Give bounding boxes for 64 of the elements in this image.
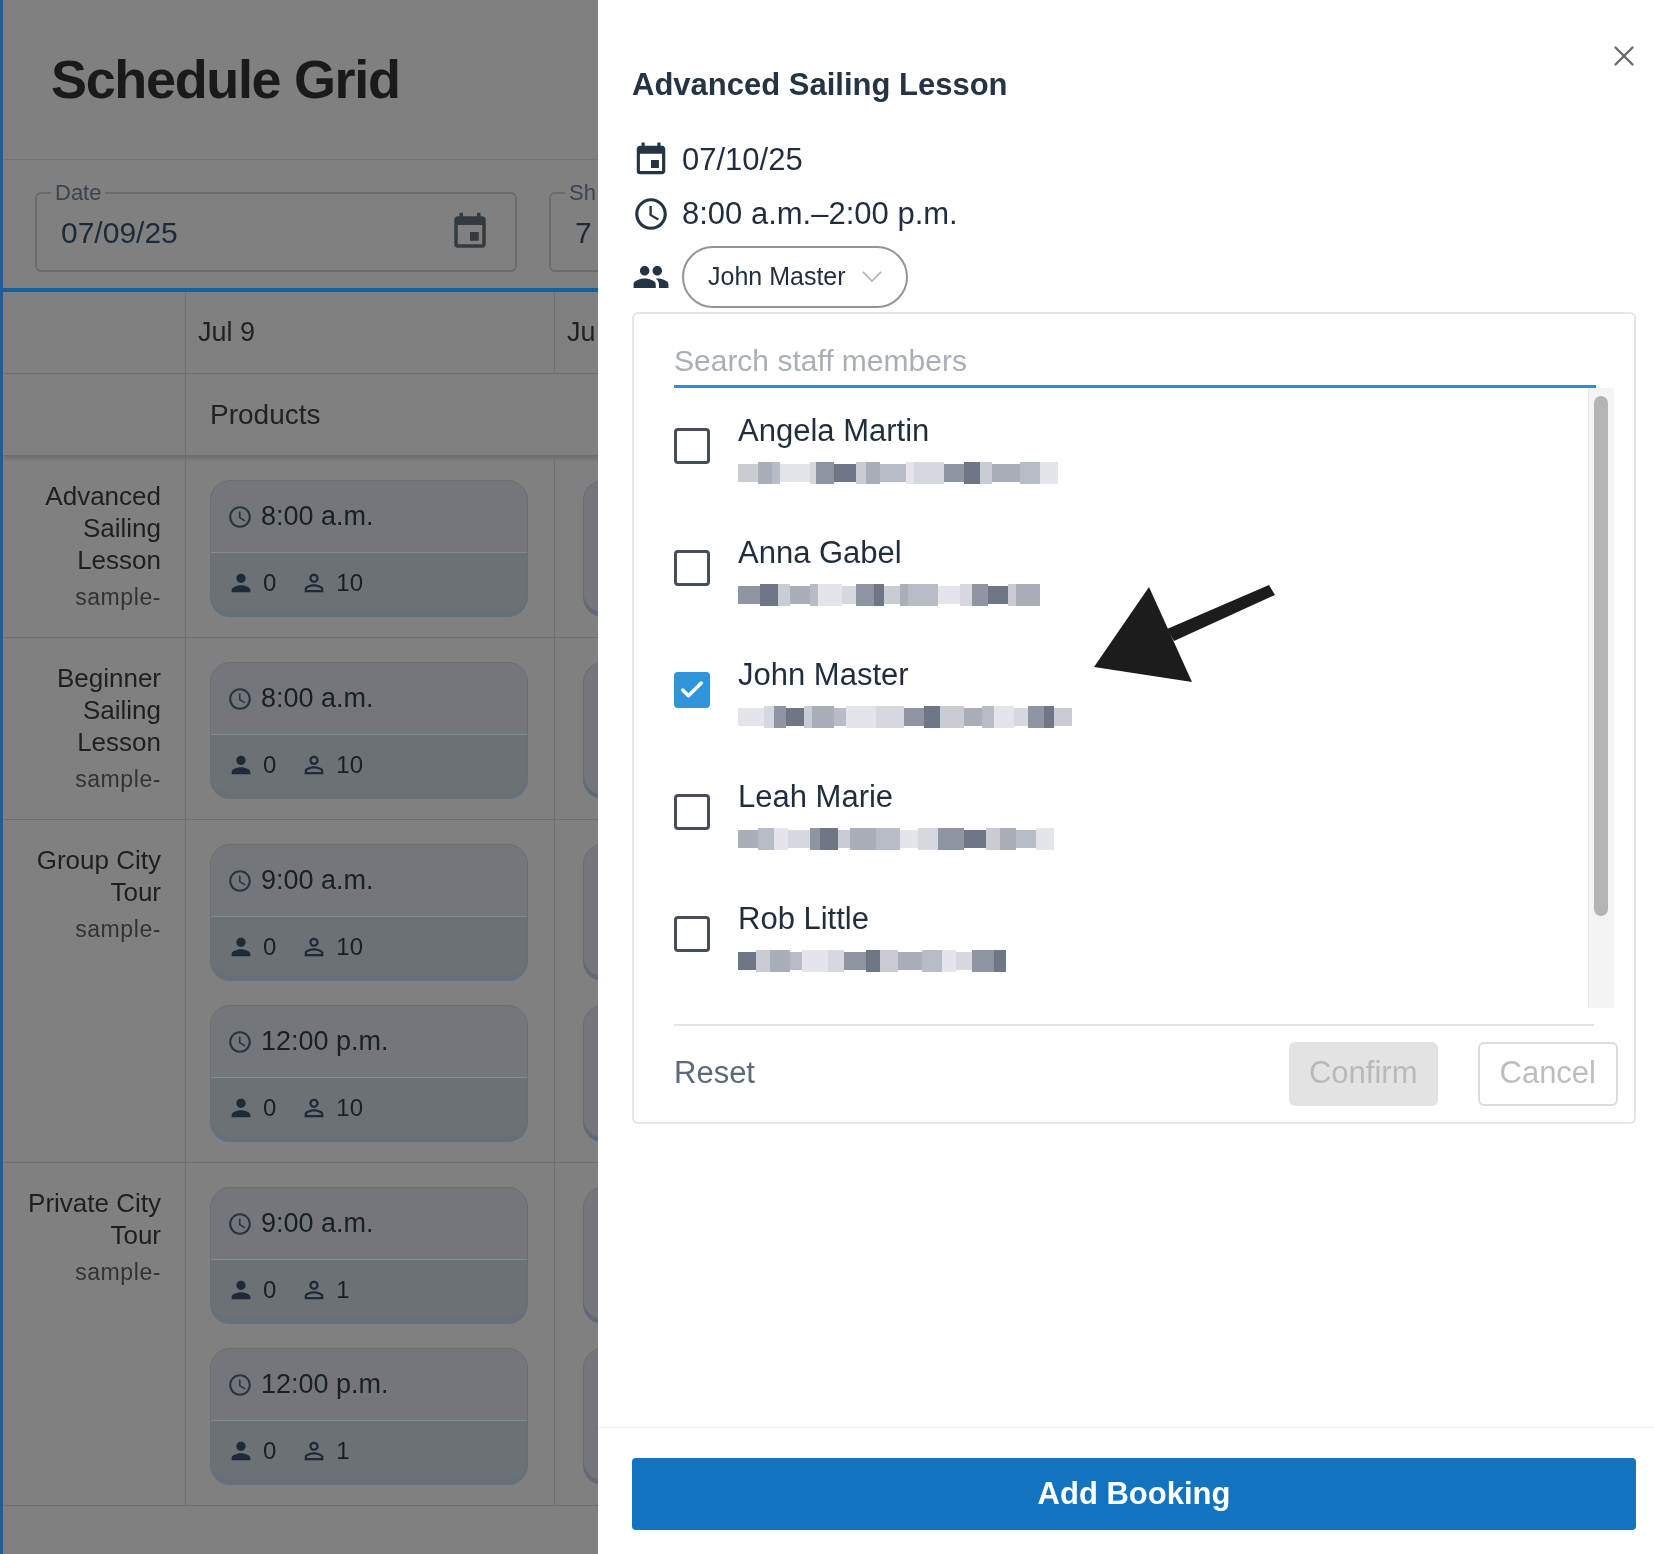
product-code: sample- <box>75 583 161 612</box>
staff-option[interactable]: Rob Little <box>674 875 1588 998</box>
booked-count: 0 <box>263 1274 277 1305</box>
capacity-count: 10 <box>336 567 364 598</box>
chevron-icon <box>861 271 882 282</box>
field-value: 7 <box>575 214 593 251</box>
checkbox[interactable] <box>674 427 710 464</box>
clock-icon <box>227 1028 253 1055</box>
checkbox[interactable] <box>674 671 710 708</box>
slot-time: 8:00 a.m. <box>261 500 374 534</box>
checkbox[interactable] <box>674 793 710 830</box>
staff-option[interactable]: John Master <box>674 631 1588 754</box>
booking-time: 8:00 a.m.–2:00 p.m. <box>682 195 958 233</box>
column-header: Ju <box>567 316 596 350</box>
product-name: Group City Tour <box>35 844 161 908</box>
add-booking-button[interactable]: Add Booking <box>632 1458 1636 1530</box>
field-value: 07/09/25 <box>61 214 179 251</box>
slot-time: 12:00 p.m. <box>261 1368 389 1402</box>
clock-icon <box>227 1371 253 1398</box>
scrollbar-thumb[interactable] <box>1594 395 1608 916</box>
reset-button[interactable]: Reset <box>674 1050 755 1097</box>
staff-option[interactable]: Leah Marie <box>674 753 1588 876</box>
capacity-count: 1 <box>336 1274 350 1305</box>
booked-count: 0 <box>263 567 277 598</box>
dialog-title: Advanced Sailing Lesson <box>632 66 1009 104</box>
staff-name: Angela Martin <box>738 411 931 450</box>
clock-icon <box>227 867 253 894</box>
capacity-count: 10 <box>336 931 364 962</box>
slot-time: 12:00 p.m. <box>261 1025 389 1059</box>
booked-count: 0 <box>263 1092 277 1123</box>
booked-count: 0 <box>263 931 277 962</box>
staff-option[interactable]: Anna Gabel <box>674 509 1588 632</box>
booked-count: 0 <box>263 1435 277 1466</box>
capacity-count: 10 <box>336 749 364 780</box>
checkbox[interactable] <box>674 915 710 952</box>
booked-count: 0 <box>263 749 277 780</box>
product-name: Beginner Sailing Lesson <box>55 662 161 758</box>
search-field[interactable]: Search staff members <box>674 337 1596 388</box>
slot-time: 9:00 a.m. <box>261 864 374 898</box>
cancel-button[interactable]: Cancel <box>1477 1041 1618 1106</box>
column-header: Jul 9 <box>198 316 256 350</box>
clock-icon <box>227 685 253 712</box>
staff-option[interactable]: Angela Martin <box>674 387 1588 510</box>
booking-date: 07/10/25 <box>682 140 803 179</box>
slot-time: 8:00 a.m. <box>261 682 374 716</box>
staff-name: Anna Gabel <box>738 533 903 572</box>
product-code: sample- <box>75 765 161 794</box>
slot-time: 9:00 a.m. <box>261 1207 374 1241</box>
staff-name: Rob Little <box>738 899 870 938</box>
product-name: Advanced Sailing Lesson <box>44 480 161 576</box>
capacity-count: 1 <box>336 1435 350 1466</box>
checkbox[interactable] <box>674 549 710 586</box>
product-code: sample- <box>75 1258 161 1287</box>
product-name: Private City Tour <box>27 1187 161 1251</box>
staff-select[interactable]: John Master <box>682 245 908 308</box>
product-code: sample- <box>75 915 161 944</box>
clock-icon <box>227 503 253 530</box>
clock-icon <box>227 1210 253 1237</box>
capacity-count: 10 <box>336 1092 364 1123</box>
staff-name: John Master <box>738 655 910 694</box>
staff-name: Leah Marie <box>738 777 895 816</box>
subheader: Products <box>210 397 321 432</box>
page-title: Schedule Grid <box>51 48 400 111</box>
scrollbar-track[interactable] <box>1588 387 1614 1008</box>
